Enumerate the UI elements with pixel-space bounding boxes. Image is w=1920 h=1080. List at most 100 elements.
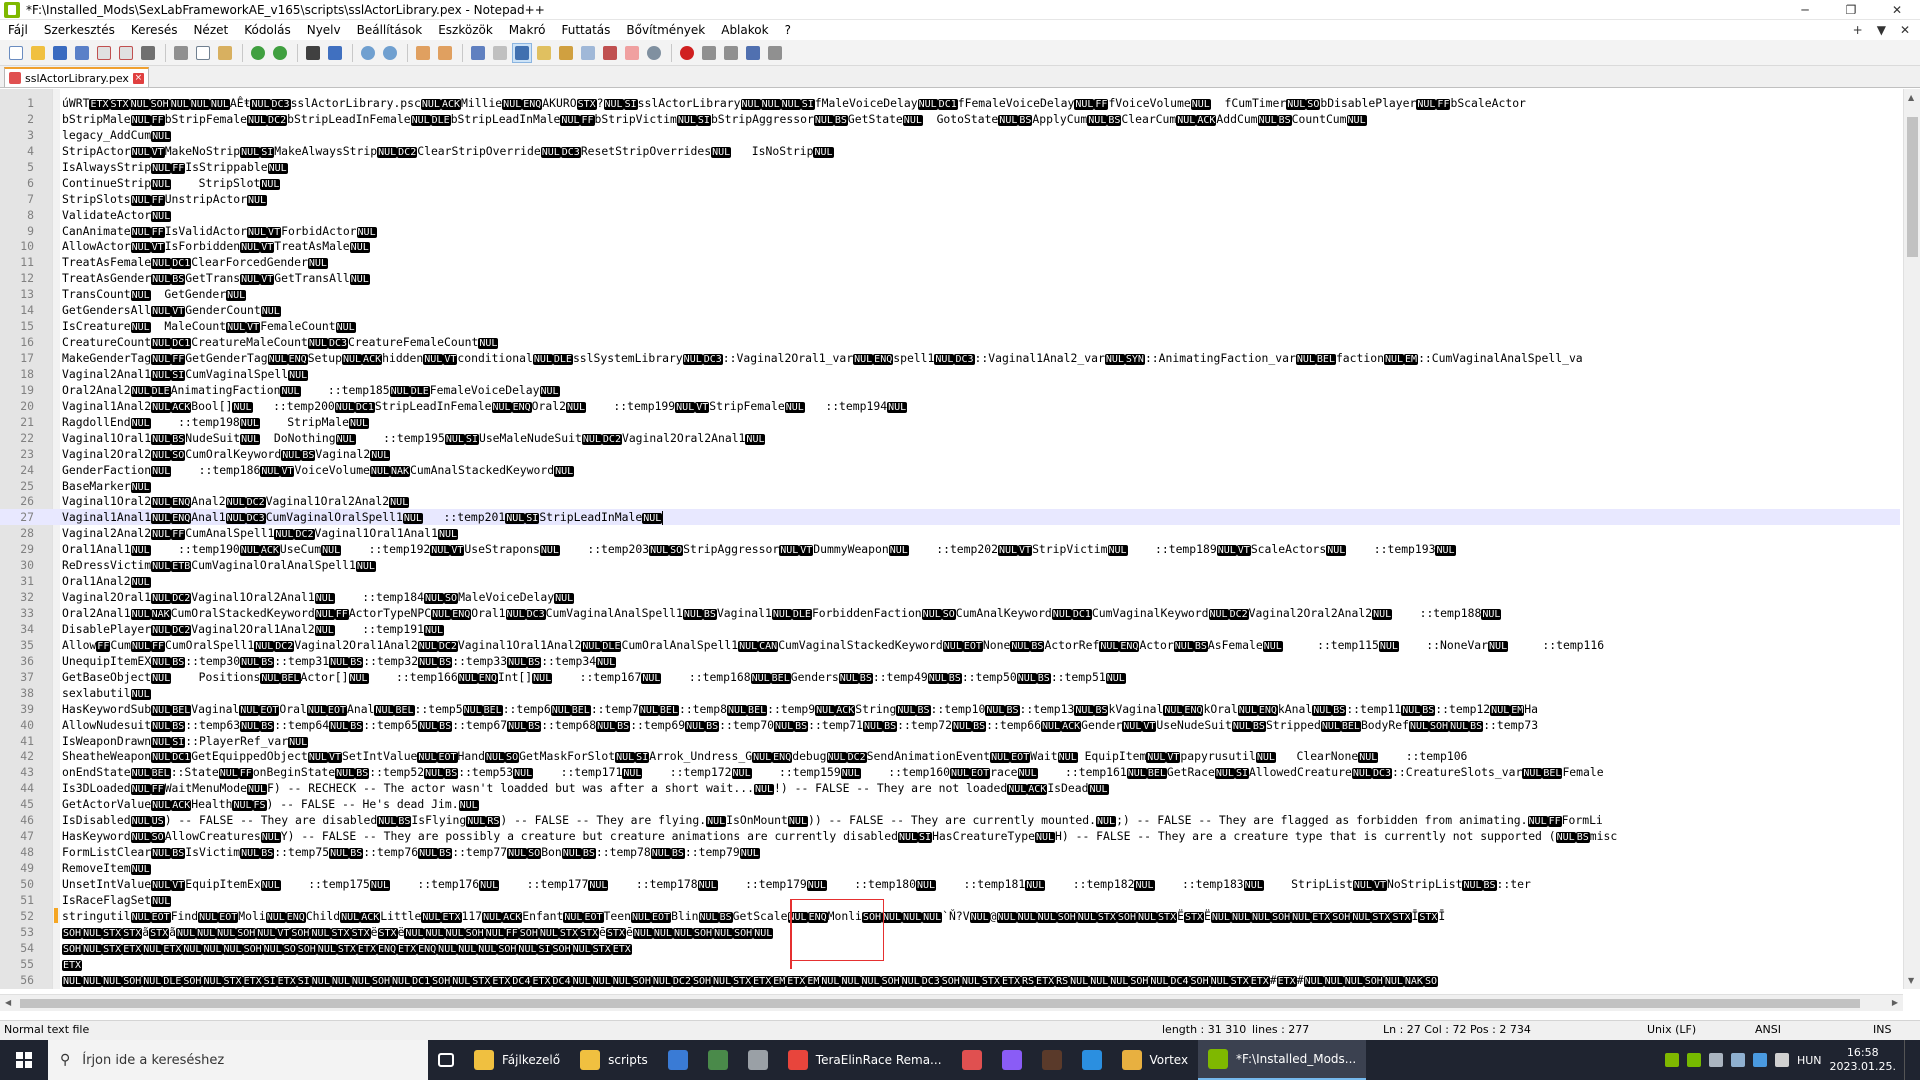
- menu-file[interactable]: Fájl: [0, 20, 36, 40]
- run-macro-multiple-button[interactable]: [743, 43, 763, 63]
- code-line[interactable]: 32 Vaginal2Oral1NUL DC2Vaginal1Oral2Anal1N…: [0, 589, 1900, 605]
- menu-view[interactable]: Nézet: [185, 20, 236, 40]
- sync-vertical-button[interactable]: [413, 43, 433, 63]
- code-line[interactable]: 50 UnsetIntValueNUL VTEquipItemExNUL ::tem…: [0, 876, 1900, 892]
- menu-help[interactable]: ?: [777, 20, 799, 40]
- doc-list-button[interactable]: [578, 43, 598, 63]
- tray-nvidia-icon[interactable]: [1686, 1053, 1701, 1067]
- code-line[interactable]: 16 CreatureCountNUL DC1CreatureMaleCountNU…: [0, 334, 1900, 350]
- tray-network-icon[interactable]: [1730, 1053, 1745, 1067]
- new-file-button[interactable]: [6, 43, 26, 63]
- record-macro-button[interactable]: [677, 43, 697, 63]
- taskbar-app[interactable]: Vortex: [1112, 1040, 1199, 1080]
- tray-steam-icon[interactable]: [1708, 1053, 1723, 1067]
- code-line[interactable]: 55 ETX: [0, 956, 1900, 972]
- code-line[interactable]: 42 SheatheWeaponNUL DC1GetEquippedObjectNU…: [0, 748, 1900, 764]
- menu-language[interactable]: Nyelv: [299, 20, 349, 40]
- scroll-left-icon[interactable]: ◀: [5, 998, 11, 1007]
- sync-horizontal-button[interactable]: [435, 43, 455, 63]
- save-button[interactable]: [50, 43, 70, 63]
- close-doc-button[interactable]: ✕: [1900, 23, 1910, 37]
- taskbar-app[interactable]: [1072, 1040, 1112, 1080]
- code-line[interactable]: 56 NUL NUL NUL SOH NUL DLE SOH NUL STX ETX SI ETX SI N…: [0, 972, 1900, 988]
- clock[interactable]: 16:58 2023.01.25.: [1830, 1046, 1896, 1074]
- code-line[interactable]: 5 IsAlwaysStripNUL FFIsStrippableNUL: [0, 159, 1900, 175]
- tab-close-icon[interactable]: ×: [132, 72, 144, 84]
- code-line[interactable]: 14 GetGendersAllNUL VTGenderCountNUL: [0, 302, 1900, 318]
- editor[interactable]: 1 úWRTETX STX NUL SOH NUL NUL NULAÊŧNUL DC3sslAc…: [0, 89, 1920, 989]
- code-line[interactable]: 43 onEndStateNUL BEL::StateNUL FFonBeginSta…: [0, 764, 1900, 780]
- folder-as-workspace-button[interactable]: [622, 43, 642, 63]
- start-button[interactable]: [0, 1040, 48, 1080]
- code-line[interactable]: 22 Vaginal1Oral1NUL BSNudeSuitNUL DoNothin…: [0, 430, 1900, 446]
- code-line[interactable]: 46 IsDisabledNUL US) -- FALSE -- They are …: [0, 812, 1900, 828]
- open-file-button[interactable]: [28, 43, 48, 63]
- tray-app-icon[interactable]: [1664, 1053, 1679, 1067]
- menu-settings[interactable]: Beállítások: [349, 20, 431, 40]
- menu-encoding[interactable]: Kódolás: [236, 20, 299, 40]
- code-line[interactable]: 51 IsRaceFlagSetNUL: [0, 892, 1900, 908]
- code-line[interactable]: 37 GetBaseObjectNUL PositionsNUL BELActor[…: [0, 669, 1900, 685]
- code-line[interactable]: 2 bStripMaleNUL FFbStripFemaleNUL DC2bStrip…: [0, 111, 1900, 127]
- code-line[interactable]: 44 Is3DLoadedNUL FFWaitMenuModeNULF) -- RE…: [0, 780, 1900, 796]
- code-line[interactable]: 54 SOH NUL STX ETX NUL ETX NUL NUL NUL SOH NUL SO SOH…: [0, 940, 1900, 956]
- taskbar-search[interactable]: ⚲ Írjon ide a kereséshez: [48, 1040, 428, 1080]
- code-line[interactable]: 33 Oral2Anal1NUL NAKCumOralStackedKeywordN…: [0, 605, 1900, 621]
- code-line[interactable]: 41 IsWeaponDrawnNUL SI::PlayerRef_varNUL: [0, 733, 1900, 749]
- doc-map-button[interactable]: [556, 43, 576, 63]
- menu-window[interactable]: Ablakok: [713, 20, 776, 40]
- monitoring-button[interactable]: [644, 43, 664, 63]
- code-line[interactable]: 30 ReDressVictimNUL ETBCumVaginalOralAnalS…: [0, 557, 1900, 573]
- taskbar-app[interactable]: [738, 1040, 778, 1080]
- maximize-button[interactable]: ❐: [1828, 0, 1874, 20]
- copy-button[interactable]: [193, 43, 213, 63]
- taskbar-app[interactable]: scripts: [570, 1040, 658, 1080]
- taskbar-app[interactable]: Fájlkezelő: [464, 1040, 570, 1080]
- code-line[interactable]: 49 RemoveItemNUL: [0, 860, 1900, 876]
- redo-button[interactable]: [270, 43, 290, 63]
- code-line[interactable]: 12 TreatAsGenderNUL BSGetTransNUL VTGetTran…: [0, 270, 1900, 286]
- undo-button[interactable]: [248, 43, 268, 63]
- code-line[interactable]: 52 stringutilNUL EOTFindNUL EOTMoliNUL ENQCh…: [0, 908, 1900, 924]
- code-line[interactable]: 39 HasKeywordSubNUL BELVaginalNUL EOTOralNU…: [0, 701, 1900, 717]
- print-button[interactable]: [138, 43, 158, 63]
- function-list-button[interactable]: [600, 43, 620, 63]
- taskbar-app[interactable]: *F:\Installed_Mods...: [1198, 1040, 1367, 1080]
- taskbar-app[interactable]: [1032, 1040, 1072, 1080]
- code-line[interactable]: 25 BaseMarkerNUL: [0, 478, 1900, 494]
- code-line[interactable]: 28 Vaginal2Anal2NUL FFCumAnalSpell1NUL DC2V…: [0, 525, 1900, 541]
- code-line[interactable]: 31 Oral1Anal2NUL: [0, 573, 1900, 589]
- code-line[interactable]: 18 Vaginal2Anal1NUL SICumVaginalSpellNUL: [0, 366, 1900, 382]
- save-macro-button[interactable]: [765, 43, 785, 63]
- code-line[interactable]: 45 GetActorValueNUL ACKHealthNUL FS) -- FAL…: [0, 796, 1900, 812]
- code-line[interactable]: 15 IsCreatureNUL MaleCountNUL VTFemaleCoun…: [0, 318, 1900, 334]
- code-line[interactable]: 53 SOH NUL STX STXãSTXãNUL NUL NUL SOH NUL VT SOH N…: [0, 924, 1900, 940]
- zoom-out-button[interactable]: [380, 43, 400, 63]
- save-all-button[interactable]: [72, 43, 92, 63]
- code-line[interactable]: 10 AllowActorNUL VTIsForbiddenNUL VTTreatAs…: [0, 238, 1900, 254]
- code-line[interactable]: 48 FormListClearNUL BSIsVictimNUL BS::temp7…: [0, 844, 1900, 860]
- word-wrap-button[interactable]: [468, 43, 488, 63]
- taskbar-app[interactable]: TeraElinRace Rema...: [778, 1040, 952, 1080]
- vertical-scroll-thumb[interactable]: [1907, 117, 1918, 257]
- scroll-right-icon[interactable]: ▶: [1892, 998, 1898, 1007]
- code-line[interactable]: 35 AllowFFCumNUL FFCumOralSpell1NUL DC2Vagi…: [0, 637, 1900, 653]
- udl-button[interactable]: [534, 43, 554, 63]
- scroll-up-icon[interactable]: ▲: [1908, 93, 1914, 102]
- code-line[interactable]: 20 Vaginal1Anal2NUL ACKBool[]NUL ::temp200…: [0, 398, 1900, 414]
- scroll-down-icon[interactable]: ▼: [1908, 976, 1914, 985]
- code-line[interactable]: 4 StripActorNUL VTMakeNoStripNUL SIMakeAlwa…: [0, 143, 1900, 159]
- code-line[interactable]: 9 CanAnimateNUL FFIsValidActorNUL VTForbidA…: [0, 223, 1900, 239]
- current-line[interactable]: 27 Vaginal1Anal1NUL ENQAnal1NUL DC3CumVagin…: [0, 509, 1900, 526]
- zoom-in-button[interactable]: [358, 43, 378, 63]
- code-line[interactable]: 19 Oral2Anal2NUL DLEAnimatingFactionNUL ::…: [0, 382, 1900, 398]
- code-line[interactable]: 3 legacy_AddCumNUL: [0, 127, 1900, 143]
- code-line[interactable]: 1 úWRTETX STX NUL SOH NUL NUL NULAÊŧNUL DC3sslAc…: [0, 95, 1900, 111]
- vertical-scrollbar[interactable]: ▲ ▼: [1903, 89, 1920, 989]
- menu-tools[interactable]: Eszközök: [430, 20, 501, 40]
- menu-plugins[interactable]: Bővítmények: [618, 20, 713, 40]
- code-line[interactable]: 8 ValidateActorNUL: [0, 207, 1900, 223]
- close-file-button[interactable]: [94, 43, 114, 63]
- paste-button[interactable]: [215, 43, 235, 63]
- code-line[interactable]: 36 UnequipItemEXNUL BS::temp30NUL BS::temp3…: [0, 653, 1900, 669]
